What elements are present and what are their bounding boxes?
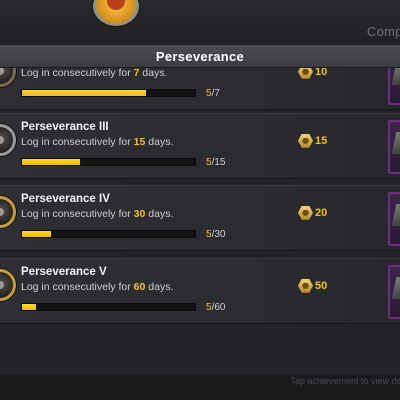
days-value: 15 bbox=[133, 136, 146, 148]
days-value: 30 bbox=[133, 208, 146, 220]
progress-fill bbox=[22, 304, 37, 310]
reward: 15 bbox=[298, 132, 327, 148]
progress-count: 5/30 bbox=[206, 229, 226, 240]
days-value: 60 bbox=[133, 281, 146, 293]
progress-count: 5/7 bbox=[206, 88, 220, 99]
achievement-row[interactable]: Perseverance V Log in consecutively for … bbox=[0, 258, 400, 324]
reward: 20 bbox=[298, 204, 327, 220]
achievement-name: Perseverance V bbox=[21, 266, 107, 278]
achievement-description: Log in consecutively for 60 days. bbox=[21, 281, 174, 293]
progress-bar bbox=[21, 303, 196, 311]
achievement-description: Log in consecutively for 30 days. bbox=[21, 208, 174, 220]
coin-icon bbox=[298, 278, 313, 293]
reward-amount: 10 bbox=[315, 68, 328, 78]
reward-amount: 20 bbox=[315, 206, 328, 219]
coin-icon bbox=[298, 205, 313, 220]
progress-fill bbox=[22, 90, 146, 96]
achievement-list: Log in consecutively for 7 days. 5/7 10 … bbox=[0, 68, 400, 375]
progress-count: 5/60 bbox=[206, 302, 226, 313]
reward: 50 bbox=[298, 277, 327, 293]
reward: 10 bbox=[298, 68, 327, 79]
reward-item-icon[interactable] bbox=[388, 120, 400, 174]
progress-count: 5/15 bbox=[206, 157, 226, 168]
top-backdrop: Compl bbox=[0, 0, 400, 45]
achievement-description: Log in consecutively for 15 days. bbox=[21, 136, 174, 148]
emblem-icon bbox=[93, 0, 139, 26]
progress-fill bbox=[22, 231, 51, 237]
coin-icon bbox=[298, 68, 313, 79]
reward-item-icon[interactable] bbox=[388, 265, 400, 319]
reward-amount: 15 bbox=[315, 134, 328, 147]
medal-icon bbox=[0, 68, 16, 87]
achievement-name: Perseverance IV bbox=[21, 193, 110, 205]
panel-title: Perseverance bbox=[155, 49, 245, 64]
reward-amount: 50 bbox=[315, 279, 328, 292]
progress-bar bbox=[21, 158, 196, 166]
achievement-row[interactable]: Perseverance IV Log in consecutively for… bbox=[0, 185, 400, 251]
medal-icon bbox=[0, 196, 16, 228]
progress-bar bbox=[21, 89, 196, 97]
achievement-row[interactable]: Log in consecutively for 7 days. 5/7 10 bbox=[0, 68, 400, 110]
coin-icon bbox=[298, 133, 313, 148]
achievement-description: Log in consecutively for 7 days. bbox=[21, 68, 168, 79]
panel-header: Perseverance bbox=[0, 45, 400, 68]
completed-tab-label[interactable]: Compl bbox=[367, 24, 400, 39]
reward-item-icon[interactable] bbox=[388, 68, 400, 105]
medal-icon bbox=[0, 269, 16, 301]
medal-icon bbox=[0, 124, 16, 156]
progress-fill bbox=[22, 159, 80, 165]
footer-hint: Tap achievement to view det bbox=[290, 376, 400, 386]
achievement-name: Perseverance III bbox=[21, 121, 109, 133]
achievement-row[interactable]: Perseverance III Log in consecutively fo… bbox=[0, 113, 400, 179]
achievement-panel: Perseverance Log in consecutively for 7 … bbox=[0, 45, 400, 375]
reward-item-icon[interactable] bbox=[388, 192, 400, 246]
progress-bar bbox=[21, 230, 196, 238]
